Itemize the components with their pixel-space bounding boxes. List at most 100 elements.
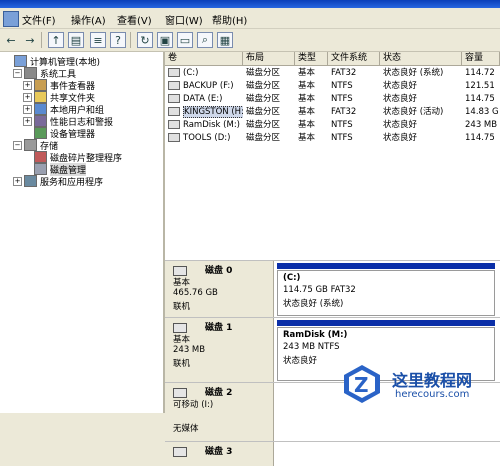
tree-item[interactable]: + 共享文件夹 xyxy=(23,91,95,104)
menu-view[interactable]: 查看(V) xyxy=(117,12,152,27)
volume-row[interactable]: TOOLS (D:) 磁盘分区 基本 NTFS 状态良好 114.75 xyxy=(165,132,500,145)
volume-capacity: 114.72 xyxy=(462,67,500,80)
tree-item[interactable]: + 服务和应用程序 xyxy=(13,175,103,188)
collapse-icon[interactable]: − xyxy=(13,140,22,150)
tree-item[interactable]: − 系统工具 xyxy=(13,67,76,80)
volume-icon xyxy=(168,68,180,77)
menu-help[interactable]: 帮助(H) xyxy=(212,12,247,27)
svg-text:Z: Z xyxy=(354,373,369,397)
expand-icon[interactable]: + xyxy=(23,92,32,102)
volume-status: 状态良好 xyxy=(380,119,462,132)
volume-name-text: RamDisk (M:) xyxy=(183,120,240,130)
tree-item[interactable]: − 存储 xyxy=(13,139,58,152)
volume-status: 状态良好 (活动) xyxy=(380,106,462,119)
disk-row[interactable]: 磁盘 3 xyxy=(165,441,500,466)
show-tree-icon[interactable]: ▤ xyxy=(68,32,84,48)
disk-label[interactable]: 磁盘 0 基本 465.76 GB 联机 xyxy=(165,261,274,318)
help-icon[interactable]: ? xyxy=(110,32,126,48)
column-header-status[interactable]: 状态 xyxy=(380,52,462,65)
volume-name: RamDisk (M:) xyxy=(165,119,243,132)
column-header-volume[interactable]: 卷 xyxy=(165,52,243,65)
menu-window[interactable]: 窗口(W) xyxy=(165,12,203,27)
tree-item[interactable]: 设备管理器 xyxy=(23,127,95,140)
volume-capacity: 114.75 xyxy=(462,93,500,106)
volume-capacity-text: 121.51 xyxy=(465,81,495,91)
volume-row[interactable]: RamDisk (M:) 磁盘分区 基本 NTFS 状态良好 243 MB xyxy=(165,119,500,132)
partition-box[interactable]: (C:) 114.75 GB FAT32 状态良好 (系统) xyxy=(277,270,495,316)
volume-row[interactable]: BACKUP (F:) 磁盘分区 基本 NTFS 状态良好 121.51 xyxy=(165,80,500,93)
volume-row[interactable]: (C:) 磁盘分区 基本 FAT32 状态良好 (系统) 114.72 xyxy=(165,67,500,80)
menu-action[interactable]: 操作(A) xyxy=(71,12,106,27)
volume-status-text: 状态良好 xyxy=(383,94,418,104)
volume-type-text: 基本 xyxy=(298,107,316,117)
volume-capacity: 114.75 xyxy=(462,132,500,145)
disk-label[interactable]: 磁盘 1 基本 243 MB 联机 xyxy=(165,318,274,383)
column-header-type[interactable]: 类型 xyxy=(295,52,328,65)
disk-label[interactable]: 磁盘 3 xyxy=(165,442,274,466)
disk-info-line: 465.76 GB xyxy=(173,288,218,298)
export-icon[interactable]: ▣ xyxy=(157,32,173,48)
tree-item[interactable]: 计算机管理(本地) xyxy=(3,55,100,68)
volume-type: 基本 xyxy=(295,93,328,106)
volume-filesystem-text: NTFS xyxy=(331,133,353,143)
partition-info: 243 MB NTFS xyxy=(283,342,340,352)
volume-row[interactable]: KINGSTON (H:) 磁盘分区 基本 FAT32 状态良好 (活动) 14.83 G xyxy=(165,106,500,119)
menu-bar: 文件(F) 操作(A) 查看(V) 窗口(W) 帮助(H) xyxy=(0,8,500,29)
refresh-icon[interactable]: ↻ xyxy=(137,32,153,48)
tree-item[interactable]: 磁盘碎片整理程序 xyxy=(23,151,122,164)
volume-type: 基本 xyxy=(295,67,328,80)
volume-filesystem: FAT32 xyxy=(328,106,380,119)
volume-type-text: 基本 xyxy=(298,81,316,91)
volume-status: 状态良好 (系统) xyxy=(380,67,462,80)
app-icon[interactable] xyxy=(3,11,19,27)
volume-row[interactable]: DATA (E:) 磁盘分区 基本 NTFS 状态良好 114.75 xyxy=(165,93,500,106)
disk-name: 磁盘 3 xyxy=(205,447,233,457)
disk-row[interactable]: 磁盘 0 基本 465.76 GB 联机 (C:) 114.75 GB FAT32 状态良好… xyxy=(165,260,500,318)
volume-layout: 磁盘分区 xyxy=(243,119,295,132)
volume-status-text: 状态良好 xyxy=(383,120,418,130)
forward-icon[interactable]: → xyxy=(22,32,38,48)
volume-type-text: 基本 xyxy=(298,120,316,130)
volume-layout: 磁盘分区 xyxy=(243,93,295,106)
watermark-logo: Z xyxy=(344,365,380,403)
search-icon[interactable]: ⌕ xyxy=(197,32,213,48)
volume-icon xyxy=(168,133,180,142)
volume-type-text: 基本 xyxy=(298,94,316,104)
disk-info-line: 243 MB xyxy=(173,345,206,355)
expand-icon[interactable]: + xyxy=(23,80,32,90)
expand-icon[interactable]: + xyxy=(13,176,22,186)
disk-info-line: 可移动 (I:) xyxy=(173,400,214,410)
volume-filesystem: FAT32 xyxy=(328,67,380,80)
collapse-icon[interactable]: − xyxy=(13,68,22,78)
volume-status: 状态良好 xyxy=(380,93,462,106)
column-header-filesystem[interactable]: 文件系统 xyxy=(328,52,380,65)
expand-icon[interactable]: + xyxy=(23,104,32,114)
tree-item[interactable]: + 事件查看器 xyxy=(23,79,95,92)
open-folder-icon[interactable]: ▭ xyxy=(177,32,193,48)
volume-name-text: BACKUP (F:) xyxy=(183,81,234,91)
volume-name: KINGSTON (H:) xyxy=(165,106,243,119)
users-icon xyxy=(34,103,47,115)
volume-filesystem-text: NTFS xyxy=(331,120,353,130)
up-icon[interactable]: ↑ xyxy=(48,32,64,48)
column-header-layout[interactable]: 布局 xyxy=(243,52,295,65)
volume-filesystem: NTFS xyxy=(328,132,380,145)
expand-icon[interactable]: + xyxy=(23,116,32,126)
disk-info-line: 联机 xyxy=(173,359,191,369)
volume-name: DATA (E:) xyxy=(165,93,243,106)
tree-item[interactable]: + 性能日志和警报 xyxy=(23,115,113,128)
view-icon[interactable]: ▦ xyxy=(217,32,233,48)
tree-item[interactable]: + 本地用户和组 xyxy=(23,103,104,116)
properties-icon[interactable]: ≡ xyxy=(90,32,106,48)
disk-management-pane: 卷 布局 类型 文件系统 状态 容量 (C:) 磁盘分区 基本 FAT32 状态良好 (… xyxy=(165,52,500,466)
back-icon[interactable]: ← xyxy=(3,32,19,48)
volume-name: BACKUP (F:) xyxy=(165,80,243,93)
services-icon xyxy=(24,175,37,187)
partition-title: RamDisk (M:) xyxy=(283,330,348,340)
console-tree: 计算机管理(本地) − 系统工具 + 事件查看器 + 共享文件夹 + 本地用户和组 + 性能日志和警… xyxy=(0,52,165,413)
disk-info-line: 基本 xyxy=(173,278,191,288)
menu-file[interactable]: 文件(F) xyxy=(22,12,56,27)
column-header-capacity[interactable]: 容量 xyxy=(462,52,500,65)
disk-management-icon xyxy=(34,163,47,175)
tree-item[interactable]: 磁盘管理 xyxy=(23,162,87,176)
